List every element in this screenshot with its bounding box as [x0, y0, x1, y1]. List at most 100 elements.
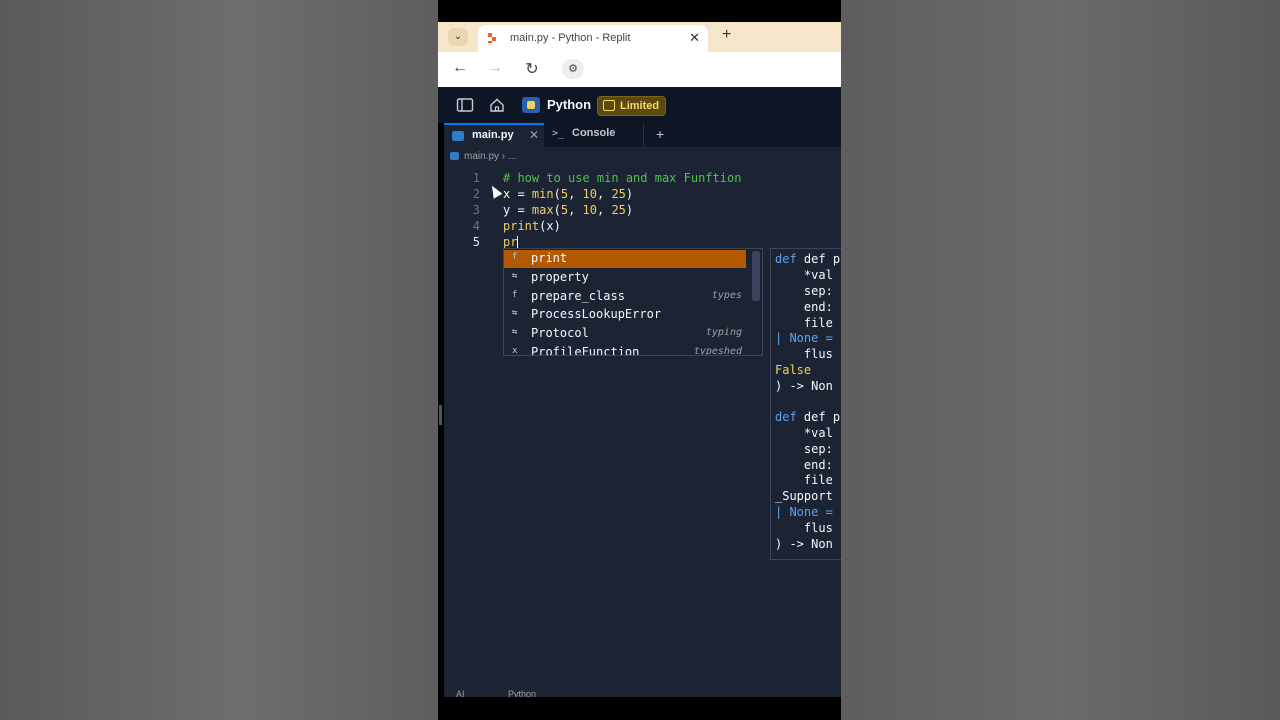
suggestion-item[interactable]: ⇆ property [504, 269, 746, 287]
code-line: 1 # how to use min and max Funftion [444, 171, 841, 187]
class-kind-icon: ⇆ [512, 308, 518, 318]
tab-title: main.py - Python - Replit [510, 32, 631, 44]
bottom-bar [438, 697, 841, 720]
suggestion-source: typeshed [693, 346, 742, 356]
doc-line: ) -> Non [775, 537, 833, 551]
tab-console[interactable]: >_ Console [544, 123, 644, 147]
line-number: 1 [472, 171, 480, 185]
doc-line: end: [775, 300, 833, 314]
suggestion-label: Protocol [531, 326, 589, 340]
code-line: 2 x = min(5, 10, 25) [444, 187, 841, 203]
line-number: 2 [472, 187, 480, 201]
home-icon[interactable] [488, 97, 506, 113]
close-tab-icon[interactable]: ✕ [689, 30, 700, 46]
tab-search-button[interactable]: ⌄ [448, 28, 468, 46]
breadcrumb-rest[interactable]: ... [508, 151, 516, 162]
doc-line: sep: [775, 284, 833, 298]
code-text: y = max(5, 10, 25) [503, 203, 634, 217]
suggestion-item[interactable]: f prepare_class types [504, 288, 746, 306]
suggestion-scrollbar[interactable] [752, 251, 760, 301]
doc-line: def def prin [775, 252, 841, 266]
status-bar: AI Python [444, 687, 841, 697]
code-text: print(x) [503, 219, 561, 233]
suggestion-label: print [531, 251, 568, 265]
suggestion-item[interactable]: ⇆ Protocol typing [504, 325, 746, 343]
back-arrow-icon[interactable]: ← [450, 59, 470, 77]
address-bar[interactable] [594, 57, 841, 83]
tab-label: Console [572, 127, 616, 139]
class-kind-icon: ⇆ [512, 271, 518, 281]
line-number: 4 [472, 219, 480, 233]
editor-tab-bar: main.py ✕ >_ Console + [444, 123, 841, 147]
doc-line: flus [775, 347, 833, 361]
doc-line: file [775, 473, 833, 487]
breadcrumb: main.py › ... [450, 151, 516, 162]
editor-pane: main.py ✕ >_ Console + main.py › ... 1 #… [444, 123, 841, 697]
doc-line: def def prin [775, 410, 841, 424]
plan-badge[interactable]: Limited [597, 96, 667, 116]
function-kind-icon: f [512, 252, 518, 262]
line-number: 3 [472, 203, 480, 217]
new-tab-button[interactable]: + [722, 26, 731, 44]
doc-line: file [775, 316, 833, 330]
code-text: x = min(5, 10, 25) [503, 187, 634, 201]
doc-line: _Support [775, 489, 833, 503]
suggestion-item[interactable]: ⇆ ProcessLookupError [504, 306, 746, 324]
doc-line: False [775, 363, 812, 377]
browser-tab[interactable]: main.py - Python - Replit ✕ [478, 25, 708, 52]
tab-main-py[interactable]: main.py ✕ [444, 123, 544, 147]
signature-tooltip: def def prin *val sep: end: file | None … [770, 248, 841, 560]
doc-line: *val [775, 268, 833, 282]
add-tab-button[interactable]: + [656, 126, 664, 142]
reload-icon[interactable]: ↻ [522, 59, 542, 79]
plan-badge-label: Limited [620, 100, 660, 112]
site-info-icon[interactable]: ⚙ [562, 59, 584, 79]
doc-line: | None = [775, 331, 833, 345]
doc-line: ) -> Non [775, 379, 833, 393]
badge-icon [603, 100, 615, 111]
doc-line: | None = [775, 505, 833, 519]
suggestion-label: prepare_class [531, 289, 625, 303]
python-file-icon [452, 131, 464, 141]
python-logo-icon [522, 97, 540, 113]
function-kind-icon: f [512, 290, 518, 300]
python-file-icon [450, 152, 459, 161]
left-backdrop [0, 0, 438, 720]
forward-arrow-icon[interactable]: → [485, 59, 505, 77]
suggestion-label: ProcessLookupError [531, 307, 662, 321]
chevron-down-icon: ⌄ [453, 31, 463, 42]
code-line: 4 print(x) [444, 219, 841, 235]
browser-tab-bar: ⌄ main.py - Python - Replit ✕ + [438, 22, 841, 52]
project-name[interactable]: Python [547, 97, 591, 112]
suggestion-source: types [711, 290, 742, 301]
ai-status[interactable]: AI [456, 689, 465, 697]
code-text: pr [503, 235, 519, 249]
class-kind-icon: ⇆ [512, 327, 518, 337]
terminal-icon: >_ [552, 128, 565, 139]
close-icon[interactable]: ✕ [529, 128, 539, 142]
line-number: 5 [472, 235, 480, 249]
code-line: 3 y = max(5, 10, 25) [444, 203, 841, 219]
resize-handle[interactable] [439, 405, 442, 425]
suggestion-item[interactable]: f print [504, 250, 746, 268]
doc-line: sep: [775, 442, 833, 456]
doc-line: *val [775, 426, 833, 440]
suggestion-label: property [531, 270, 589, 284]
right-backdrop [841, 0, 1280, 720]
replit-favicon-icon [488, 33, 498, 43]
language-status[interactable]: Python [508, 689, 536, 697]
doc-line: end: [775, 458, 833, 472]
browser-nav-bar: ← → ↻ ⚙ [438, 52, 841, 87]
variable-kind-icon: x [512, 346, 518, 356]
suggestion-source: typing [705, 327, 742, 338]
screen-recording: ⌄ main.py - Python - Replit ✕ + ← → ↻ ⚙ … [438, 0, 841, 720]
code-comment: # how to use min and max Funftion [503, 171, 742, 185]
suggestion-item[interactable]: x ProfileFunction typeshed [504, 344, 746, 356]
replit-header: Python Limited [438, 87, 841, 123]
autocomplete-list[interactable]: f print ⇆ property f prepare_class types… [503, 248, 763, 356]
sidebar-toggle-icon[interactable] [456, 97, 474, 113]
breadcrumb-separator: › [501, 151, 506, 162]
doc-line: flus [775, 521, 833, 535]
breadcrumb-file[interactable]: main.py [464, 151, 499, 162]
suggestion-label: ProfileFunction [531, 345, 640, 356]
